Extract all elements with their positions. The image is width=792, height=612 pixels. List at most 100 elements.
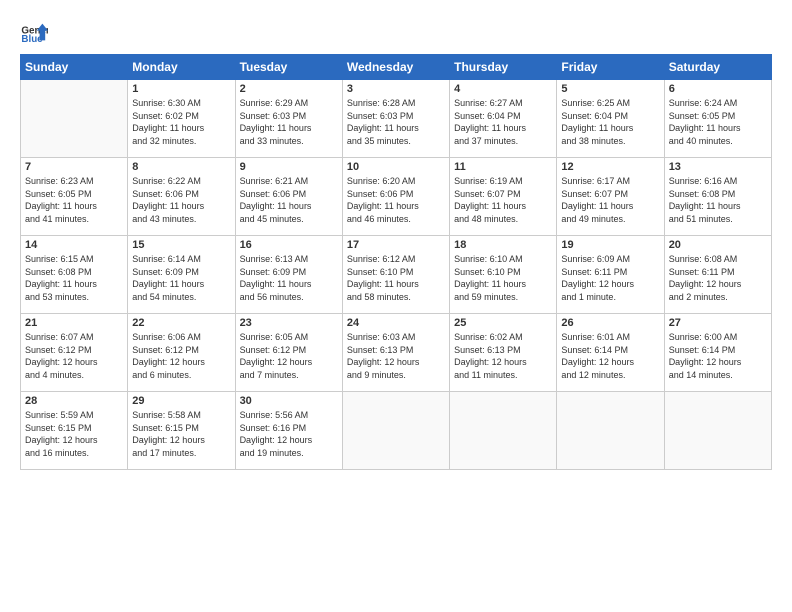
- day-info: Sunrise: 6:19 AM Sunset: 6:07 PM Dayligh…: [454, 175, 552, 225]
- calendar-cell: 18 Sunrise: 6:10 AM Sunset: 6:10 PM Dayli…: [450, 236, 557, 314]
- day-number: 19: [561, 239, 659, 251]
- calendar-week-3: 14Sunrise: 6:15 AM Sunset: 6:08 PM Dayli…: [21, 236, 772, 314]
- day-info: Sunrise: 6:03 AM Sunset: 6:13 PM Dayligh…: [347, 331, 445, 381]
- day-info: Sunrise: 6:28 AM Sunset: 6:03 PM Dayligh…: [347, 97, 445, 147]
- day-info: Sunrise: 6:21 AM Sunset: 6:06 PM Dayligh…: [240, 175, 338, 225]
- calendar-cell: 13Sunrise: 6:16 AM Sunset: 6:08 PM Dayli…: [664, 158, 771, 236]
- day-info: Sunrise: 6:27 AM Sunset: 6:04 PM Dayligh…: [454, 97, 552, 147]
- day-number: 17: [347, 239, 445, 251]
- day-info: Sunrise: 6:12 AM Sunset: 6:10 PM Dayligh…: [347, 253, 445, 303]
- day-number: 29: [132, 395, 230, 407]
- day-info: Sunrise: 6:06 AM Sunset: 6:12 PM Dayligh…: [132, 331, 230, 381]
- calendar-week-5: 28 Sunrise: 5:59 AM Sunset: 6:15 PM Dayli…: [21, 392, 772, 470]
- calendar-cell: 30 Sunrise: 5:56 AM Sunset: 6:16 PM Dayli…: [235, 392, 342, 470]
- calendar-cell: 16Sunrise: 6:13 AM Sunset: 6:09 PM Dayli…: [235, 236, 342, 314]
- calendar-cell: 19 Sunrise: 6:09 AM Sunset: 6:11 PM Dayli…: [557, 236, 664, 314]
- weekday-header-wednesday: Wednesday: [342, 55, 449, 80]
- calendar-week-1: 1Sunrise: 6:30 AM Sunset: 6:02 PM Daylig…: [21, 80, 772, 158]
- logo-icon: General Blue: [20, 18, 48, 46]
- day-info: Sunrise: 6:17 AM Sunset: 6:07 PM Dayligh…: [561, 175, 659, 225]
- calendar-cell: [21, 80, 128, 158]
- calendar-cell: 15Sunrise: 6:14 AM Sunset: 6:09 PM Dayli…: [128, 236, 235, 314]
- day-info: Sunrise: 6:05 AM Sunset: 6:12 PM Dayligh…: [240, 331, 338, 381]
- weekday-header-monday: Monday: [128, 55, 235, 80]
- calendar-cell: 25 Sunrise: 6:02 AM Sunset: 6:13 PM Dayli…: [450, 314, 557, 392]
- calendar-cell: 3 Sunrise: 6:28 AM Sunset: 6:03 PM Daylig…: [342, 80, 449, 158]
- calendar-cell: 5 Sunrise: 6:25 AM Sunset: 6:04 PM Daylig…: [557, 80, 664, 158]
- calendar-cell: [557, 392, 664, 470]
- day-number: 23: [240, 317, 338, 329]
- day-info: Sunrise: 6:29 AM Sunset: 6:03 PM Dayligh…: [240, 97, 338, 147]
- day-info: Sunrise: 6:24 AM Sunset: 6:05 PM Dayligh…: [669, 97, 767, 147]
- day-info: Sunrise: 6:13 AM Sunset: 6:09 PM Dayligh…: [240, 253, 338, 303]
- calendar-cell: 6 Sunrise: 6:24 AM Sunset: 6:05 PM Daylig…: [664, 80, 771, 158]
- day-number: 30: [240, 395, 338, 407]
- weekday-header-sunday: Sunday: [21, 55, 128, 80]
- day-info: Sunrise: 6:14 AM Sunset: 6:09 PM Dayligh…: [132, 253, 230, 303]
- day-info: Sunrise: 6:07 AM Sunset: 6:12 PM Dayligh…: [25, 331, 123, 381]
- day-number: 6: [669, 83, 767, 95]
- day-number: 2: [240, 83, 338, 95]
- calendar-cell: 26 Sunrise: 6:01 AM Sunset: 6:14 PM Dayli…: [557, 314, 664, 392]
- calendar-cell: 22Sunrise: 6:06 AM Sunset: 6:12 PM Dayli…: [128, 314, 235, 392]
- day-number: 4: [454, 83, 552, 95]
- day-number: 8: [132, 161, 230, 173]
- day-number: 1: [132, 83, 230, 95]
- calendar-cell: 8Sunrise: 6:22 AM Sunset: 6:06 PM Daylig…: [128, 158, 235, 236]
- calendar-cell: 21 Sunrise: 6:07 AM Sunset: 6:12 PM Dayli…: [21, 314, 128, 392]
- day-info: Sunrise: 6:01 AM Sunset: 6:14 PM Dayligh…: [561, 331, 659, 381]
- calendar-cell: 11 Sunrise: 6:19 AM Sunset: 6:07 PM Dayli…: [450, 158, 557, 236]
- day-number: 28: [25, 395, 123, 407]
- day-info: Sunrise: 6:23 AM Sunset: 6:05 PM Dayligh…: [25, 175, 123, 225]
- weekday-header-saturday: Saturday: [664, 55, 771, 80]
- day-number: 26: [561, 317, 659, 329]
- calendar-cell: 7 Sunrise: 6:23 AM Sunset: 6:05 PM Daylig…: [21, 158, 128, 236]
- calendar-cell: 1Sunrise: 6:30 AM Sunset: 6:02 PM Daylig…: [128, 80, 235, 158]
- day-number: 13: [669, 161, 767, 173]
- day-info: Sunrise: 6:20 AM Sunset: 6:06 PM Dayligh…: [347, 175, 445, 225]
- calendar-cell: 20 Sunrise: 6:08 AM Sunset: 6:11 PM Dayli…: [664, 236, 771, 314]
- weekday-header-row: SundayMondayTuesdayWednesdayThursdayFrid…: [21, 55, 772, 80]
- day-number: 7: [25, 161, 123, 173]
- day-info: Sunrise: 5:59 AM Sunset: 6:15 PM Dayligh…: [25, 409, 123, 459]
- calendar-cell: 23 Sunrise: 6:05 AM Sunset: 6:12 PM Dayli…: [235, 314, 342, 392]
- weekday-header-thursday: Thursday: [450, 55, 557, 80]
- logo: General Blue: [20, 18, 52, 46]
- day-number: 11: [454, 161, 552, 173]
- calendar-cell: 27 Sunrise: 6:00 AM Sunset: 6:14 PM Dayli…: [664, 314, 771, 392]
- calendar-cell: 10 Sunrise: 6:20 AM Sunset: 6:06 PM Dayli…: [342, 158, 449, 236]
- day-info: Sunrise: 6:02 AM Sunset: 6:13 PM Dayligh…: [454, 331, 552, 381]
- day-info: Sunrise: 6:25 AM Sunset: 6:04 PM Dayligh…: [561, 97, 659, 147]
- day-info: Sunrise: 6:00 AM Sunset: 6:14 PM Dayligh…: [669, 331, 767, 381]
- calendar-cell: 29 Sunrise: 5:58 AM Sunset: 6:15 PM Dayli…: [128, 392, 235, 470]
- calendar-cell: 12 Sunrise: 6:17 AM Sunset: 6:07 PM Dayli…: [557, 158, 664, 236]
- day-info: Sunrise: 6:10 AM Sunset: 6:10 PM Dayligh…: [454, 253, 552, 303]
- calendar-cell: 9 Sunrise: 6:21 AM Sunset: 6:06 PM Daylig…: [235, 158, 342, 236]
- day-number: 20: [669, 239, 767, 251]
- day-info: Sunrise: 5:56 AM Sunset: 6:16 PM Dayligh…: [240, 409, 338, 459]
- calendar-cell: [450, 392, 557, 470]
- day-info: Sunrise: 5:58 AM Sunset: 6:15 PM Dayligh…: [132, 409, 230, 459]
- calendar-cell: 17 Sunrise: 6:12 AM Sunset: 6:10 PM Dayli…: [342, 236, 449, 314]
- day-number: 9: [240, 161, 338, 173]
- day-info: Sunrise: 6:08 AM Sunset: 6:11 PM Dayligh…: [669, 253, 767, 303]
- calendar-week-4: 21 Sunrise: 6:07 AM Sunset: 6:12 PM Dayli…: [21, 314, 772, 392]
- day-number: 10: [347, 161, 445, 173]
- day-info: Sunrise: 6:09 AM Sunset: 6:11 PM Dayligh…: [561, 253, 659, 303]
- calendar-cell: 24 Sunrise: 6:03 AM Sunset: 6:13 PM Dayli…: [342, 314, 449, 392]
- day-number: 24: [347, 317, 445, 329]
- day-number: 3: [347, 83, 445, 95]
- day-number: 5: [561, 83, 659, 95]
- calendar-cell: [664, 392, 771, 470]
- day-number: 12: [561, 161, 659, 173]
- calendar-cell: [342, 392, 449, 470]
- day-number: 18: [454, 239, 552, 251]
- day-number: 14: [25, 239, 123, 251]
- page-header: General Blue: [20, 18, 772, 46]
- weekday-header-tuesday: Tuesday: [235, 55, 342, 80]
- day-number: 27: [669, 317, 767, 329]
- day-number: 21: [25, 317, 123, 329]
- weekday-header-friday: Friday: [557, 55, 664, 80]
- calendar-table: SundayMondayTuesdayWednesdayThursdayFrid…: [20, 54, 772, 470]
- day-number: 25: [454, 317, 552, 329]
